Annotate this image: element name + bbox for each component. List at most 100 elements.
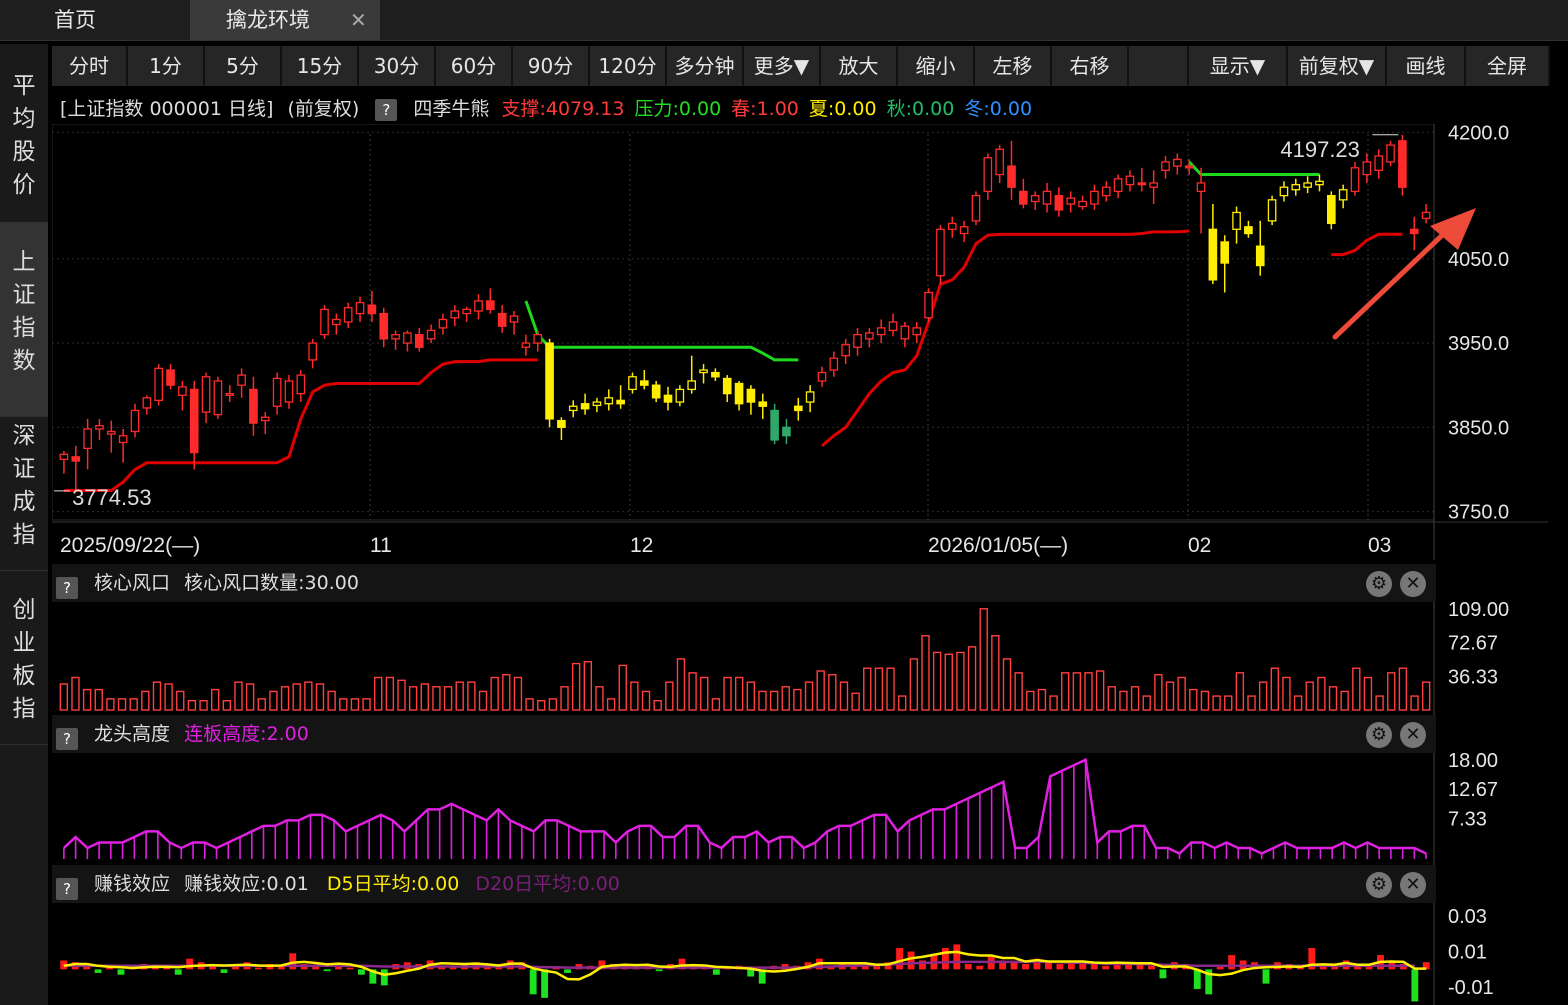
wind-bar	[758, 690, 767, 711]
wind-bar	[583, 661, 592, 711]
profit-bar	[896, 947, 904, 970]
period-button-90min[interactable]: 90分	[513, 46, 590, 86]
candle-body	[616, 399, 625, 405]
period-button-60min[interactable]: 60分	[436, 46, 513, 86]
candlestick-chart[interactable]: 4200.0 4050.0 3950.0 3850.0 3750.0 2025/09/22…	[52, 124, 1548, 560]
candle-body	[699, 369, 708, 374]
date-label: 2025/09/22(—)	[60, 534, 200, 557]
wind-bar	[117, 698, 127, 711]
close-icon[interactable]: ✕	[1400, 872, 1426, 898]
sidebar-item-shanghai[interactable]: 上证指数	[0, 222, 48, 417]
candle-body	[486, 300, 495, 311]
candle-body	[1244, 226, 1253, 235]
wind-bar	[548, 698, 558, 711]
gear-icon[interactable]: ⚙	[1366, 722, 1392, 748]
period-button-multi-min[interactable]: 多分钟	[667, 46, 744, 86]
d5-value: 0.00	[417, 873, 460, 895]
candle-body	[865, 332, 874, 340]
indicator-item-value: 1.00	[756, 98, 799, 120]
wind-bar	[1258, 681, 1268, 711]
gear-icon[interactable]: ⚙	[1366, 571, 1392, 597]
wind-bar	[269, 690, 278, 711]
wind-bar	[1282, 676, 1291, 711]
candle-body	[154, 367, 164, 402]
candle-body	[106, 430, 116, 435]
wind-bar	[769, 690, 779, 711]
wind-bar	[863, 667, 872, 711]
candle-body	[71, 456, 81, 462]
candle-body	[1315, 180, 1324, 186]
gear-icon[interactable]: ⚙	[1366, 872, 1392, 898]
wind-bar	[793, 688, 802, 711]
wind-bar	[641, 690, 651, 711]
more-dropdown[interactable]: 更多▼	[744, 46, 821, 86]
close-icon[interactable]: ✕	[1400, 571, 1426, 597]
wind-bar	[956, 651, 965, 711]
period-button-30min[interactable]: 30分	[359, 46, 436, 86]
wind-bar	[676, 658, 686, 711]
zoom-out-button[interactable]: 缩小	[898, 46, 975, 86]
adjust-dropdown[interactable]: 前复权▼	[1288, 46, 1387, 86]
sidebar-item-shenzhen[interactable]: 深证成指	[0, 416, 48, 571]
date-label: 03	[1368, 534, 1391, 557]
help-button[interactable]: ?	[56, 727, 78, 750]
indicator-item: 压力:	[634, 98, 679, 120]
display-dropdown[interactable]: 显示▼	[1189, 46, 1288, 86]
wind-bar	[1049, 695, 1058, 711]
wind-bar	[781, 686, 790, 711]
wind-bar	[1317, 676, 1326, 711]
y-tick-label: 7.33	[1448, 809, 1487, 831]
period-button-1min[interactable]: 1分	[128, 46, 205, 86]
adjust-label: (前复权)	[287, 98, 360, 120]
period-button-15min[interactable]: 15分	[282, 46, 359, 86]
y-tick-label: -0.01	[1448, 977, 1494, 999]
candle-body	[1066, 197, 1076, 205]
leader-height-chart: 18.00 12.67 7.33	[63, 753, 1498, 865]
profit-bar	[564, 969, 571, 973]
value: 2.00	[266, 723, 309, 745]
wind-bar	[723, 676, 732, 711]
candle-body	[367, 304, 377, 315]
wind-bar	[839, 681, 849, 711]
indicator-item-value: 0.00	[912, 98, 955, 120]
candle-body	[474, 300, 483, 312]
candle-body	[1078, 200, 1087, 208]
candle-body	[971, 194, 981, 222]
y-tick-label: 18.00	[1448, 753, 1498, 772]
help-button[interactable]: ?	[56, 576, 78, 599]
wind-bar	[432, 686, 441, 711]
indicator-item: 支撑:	[501, 98, 546, 120]
period-button-5min[interactable]: 5分	[205, 46, 282, 86]
help-button[interactable]: ?	[56, 877, 78, 900]
candle-body	[1398, 140, 1407, 188]
fullscreen-button[interactable]: 全屏	[1466, 46, 1550, 86]
candle-body	[332, 318, 341, 326]
period-button-realtime[interactable]: 分时	[52, 46, 128, 86]
move-right-button[interactable]: 右移	[1052, 46, 1129, 86]
wind-bar	[804, 681, 814, 711]
wind-bar	[746, 681, 756, 711]
candle-body	[1173, 158, 1182, 167]
close-icon[interactable]: ✕	[1400, 722, 1426, 748]
candle-body	[237, 374, 246, 386]
wind-bar	[397, 679, 406, 711]
sidebar-item-avg-price[interactable]: 平均股价	[0, 66, 48, 223]
period-button-120min[interactable]: 120分	[590, 46, 667, 86]
candle-body	[1362, 161, 1372, 176]
panel-leader-height-header: ? 龙头高度 连板高度:2.00 ⚙ ✕	[52, 715, 1436, 753]
profit-bar	[174, 969, 182, 975]
draw-line-button[interactable]: 画线	[1387, 46, 1466, 86]
indicator-item-value: 0.00	[989, 98, 1033, 120]
tab-home[interactable]: 首页	[0, 0, 188, 40]
move-left-button[interactable]: 左移	[975, 46, 1052, 86]
panel-name: 核心风口	[94, 572, 171, 594]
low-price-label: 3774.53	[72, 485, 152, 510]
candle-body	[1161, 161, 1170, 171]
help-button[interactable]: ?	[375, 98, 398, 121]
tab-qinlong[interactable]: 擒龙环境 ✕	[190, 0, 380, 40]
profit-bar	[1148, 965, 1155, 970]
close-icon[interactable]: ✕	[350, 0, 367, 40]
sidebar-item-chinext[interactable]: 创业板指	[0, 590, 48, 745]
y-tick-label: 72.67	[1448, 633, 1498, 655]
zoom-in-button[interactable]: 放大	[821, 46, 898, 86]
